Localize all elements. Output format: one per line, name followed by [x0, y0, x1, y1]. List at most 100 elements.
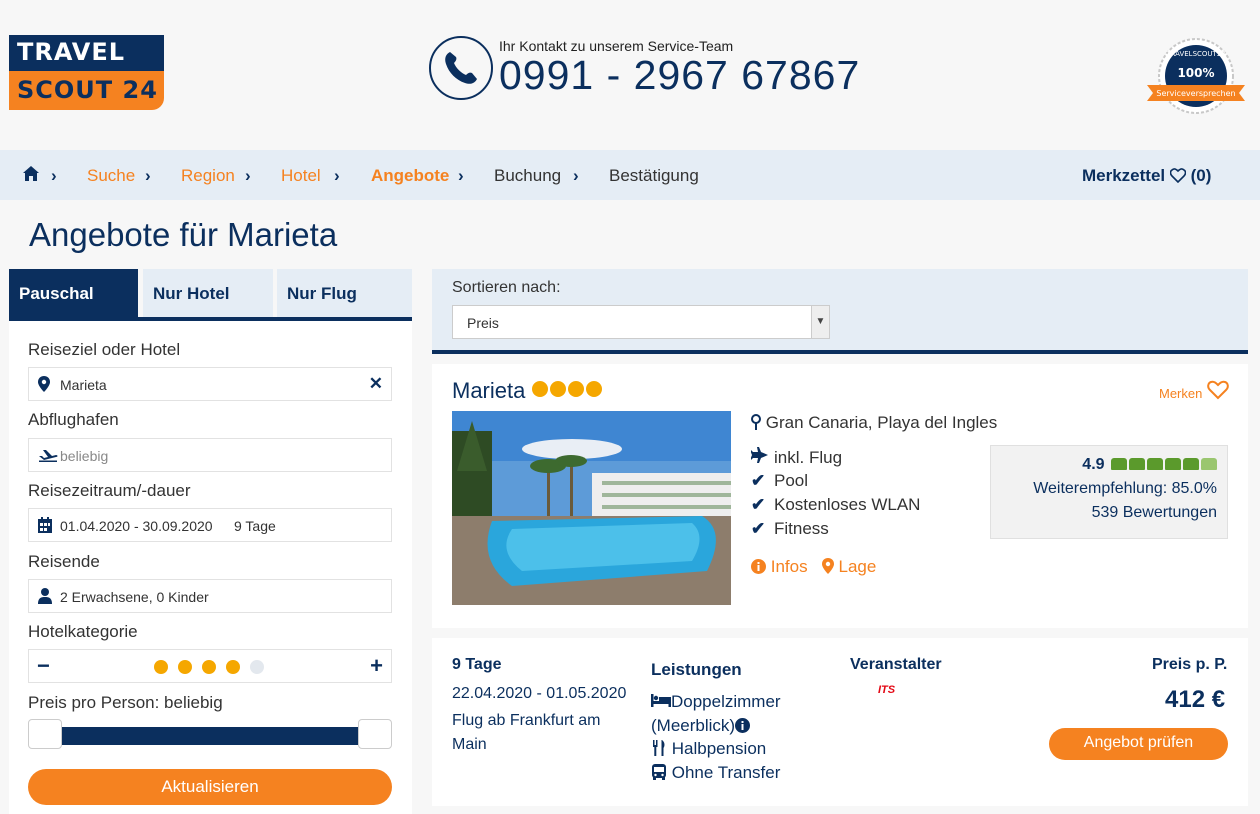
- thumbs-up-icon: [1109, 456, 1217, 473]
- logo-line-1: TRAVEL: [9, 35, 164, 71]
- sort-select[interactable]: Preis ▼: [452, 305, 830, 339]
- plane-icon: [750, 447, 769, 468]
- travelscout-logo[interactable]: TRAVEL SCOUT 24: [9, 35, 164, 110]
- sort-label: Sortieren nach:: [452, 279, 561, 296]
- service-label: Halbpension: [671, 739, 767, 758]
- tab-nur-flug[interactable]: Nur Flug: [277, 269, 412, 317]
- calendar-icon: [38, 517, 54, 533]
- search-panel: Reiseziel oder Hotel Marieta ✕ Abflughaf…: [9, 321, 412, 814]
- increase-button[interactable]: +: [370, 653, 383, 679]
- breadcrumb: › Suche › Region › Hotel › Angebote › Bu…: [0, 150, 1260, 200]
- feature-item: inkl. Flug: [750, 447, 843, 468]
- rating-score: 4.9: [1082, 456, 1105, 473]
- search-tabs: Pauschal Nur Hotel Nur Flug: [9, 269, 412, 321]
- phone-number[interactable]: 0991 - 2967 67867: [499, 52, 860, 99]
- category-star-dot[interactable]: [178, 660, 192, 674]
- phone-icon: [429, 36, 493, 100]
- category-star-dot[interactable]: [226, 660, 240, 674]
- feature-label: Fitness: [774, 519, 829, 538]
- location-link[interactable]: Lage: [821, 557, 877, 576]
- map-pin-icon: [751, 413, 761, 432]
- operator-title: Veranstalter: [850, 656, 942, 673]
- map-marker-icon: [38, 376, 54, 392]
- logo-line-2: SCOUT 24: [9, 71, 164, 110]
- destination-field[interactable]: Marieta ✕: [28, 367, 392, 401]
- offer-card: 9 Tage 22.04.2020 - 01.05.2020 Flug ab F…: [432, 638, 1248, 806]
- service-item: Doppelzimmer (Meerblick): [651, 690, 811, 738]
- heart-icon[interactable]: [1207, 380, 1229, 405]
- category-star-dot[interactable]: [250, 660, 264, 674]
- merkzettel-link[interactable]: Merkzettel (0): [1082, 166, 1211, 186]
- star-icon: [532, 381, 548, 397]
- airport-field[interactable]: beliebig: [28, 438, 392, 472]
- check-offer-button[interactable]: Angebot prüfen: [1049, 728, 1228, 760]
- hotel-name[interactable]: Marieta: [452, 378, 525, 404]
- airport-placeholder: beliebig: [60, 448, 109, 464]
- breadcrumb-bestaetigung: Bestätigung: [609, 166, 699, 185]
- price-label: Preis pro Person: beliebig: [28, 693, 223, 712]
- price-slider-track[interactable]: [28, 727, 392, 745]
- rating-box[interactable]: 4.9 Weiterempfehlung: 85.0% 539 Bewertun…: [990, 445, 1228, 539]
- clear-icon[interactable]: ✕: [369, 374, 383, 394]
- price-per-person-label: Preis p. P.: [1152, 656, 1228, 673]
- map-marker-icon: [821, 557, 834, 576]
- info-icon: [751, 557, 766, 576]
- price-slider-max-handle[interactable]: [358, 719, 392, 749]
- merkzettel-label: Merkzettel: [1082, 166, 1166, 185]
- info-icon[interactable]: [735, 716, 751, 735]
- chevron-right-icon: ›: [245, 166, 251, 185]
- travellers-field[interactable]: 2 Erwachsene, 0 Kinder: [28, 579, 392, 613]
- feature-item: ✔ Pool: [751, 471, 808, 491]
- decrease-button[interactable]: −: [37, 653, 50, 679]
- feature-label: inkl. Flug: [774, 448, 843, 467]
- merkzettel-count: (0): [1190, 166, 1212, 185]
- period-label: Reisezeitraum/-dauer: [28, 481, 191, 500]
- period-value: 01.04.2020 - 30.09.2020: [60, 518, 213, 534]
- update-button[interactable]: Aktualisieren: [28, 769, 392, 805]
- category-label: Hotelkategorie: [28, 622, 138, 641]
- check-icon: ✔: [751, 495, 766, 514]
- badge-ribbon: Serviceversprechen: [1156, 89, 1235, 98]
- period-field[interactable]: 01.04.2020 - 30.09.2020 9 Tage: [28, 508, 392, 542]
- service-item: Halbpension: [651, 739, 766, 759]
- location-link-label: Lage: [838, 557, 877, 576]
- hotel-card: Marieta Merken Gran Canaria, Playa del I…: [432, 364, 1248, 628]
- heart-icon: [1169, 166, 1187, 185]
- feature-label: Kostenloses WLAN: [774, 495, 921, 514]
- hotel-stars: [532, 381, 604, 402]
- breadcrumb-suche[interactable]: Suche: [87, 166, 135, 186]
- breadcrumb-buchung: Buchung: [494, 166, 562, 185]
- bus-icon: [651, 763, 667, 782]
- category-selector: − +: [28, 649, 392, 683]
- info-link-label: Infos: [770, 557, 808, 576]
- save-button[interactable]: Merken: [1159, 386, 1202, 401]
- tab-pauschal[interactable]: Pauschal: [9, 269, 138, 317]
- badge-percent: 100%: [1177, 66, 1214, 80]
- category-stars[interactable]: [154, 660, 274, 677]
- info-link[interactable]: Infos: [751, 557, 812, 576]
- chevron-right-icon: ›: [145, 166, 151, 185]
- operator-logo: ITS: [878, 684, 896, 696]
- breadcrumb-region[interactable]: Region: [181, 166, 235, 186]
- rating-score-row: 4.9: [991, 456, 1217, 480]
- feature-item: ✔ Fitness: [751, 519, 829, 539]
- breadcrumb-hotel[interactable]: Hotel: [281, 166, 321, 186]
- price-slider-min-handle[interactable]: [28, 719, 62, 749]
- category-star-dot[interactable]: [202, 660, 216, 674]
- category-star-dot[interactable]: [154, 660, 168, 674]
- offer-price: 412 €: [1165, 686, 1226, 713]
- tab-nur-hotel[interactable]: Nur Hotel: [143, 269, 273, 317]
- star-icon: [550, 381, 566, 397]
- feature-item: ✔ Kostenloses WLAN: [751, 495, 920, 515]
- chevron-right-icon: ›: [334, 166, 340, 185]
- star-icon: [568, 381, 584, 397]
- home-icon[interactable]: [22, 165, 40, 188]
- service-label: Doppelzimmer (Meerblick): [651, 692, 781, 735]
- service-item: Ohne Transfer: [651, 763, 780, 783]
- hotel-image[interactable]: [452, 411, 731, 605]
- offer-days: 9 Tage: [452, 656, 502, 673]
- services-title: Leistungen: [651, 660, 742, 679]
- destination-value: Marieta: [60, 377, 107, 393]
- chevron-right-icon: ›: [51, 166, 57, 185]
- chevron-right-icon: ›: [573, 166, 579, 185]
